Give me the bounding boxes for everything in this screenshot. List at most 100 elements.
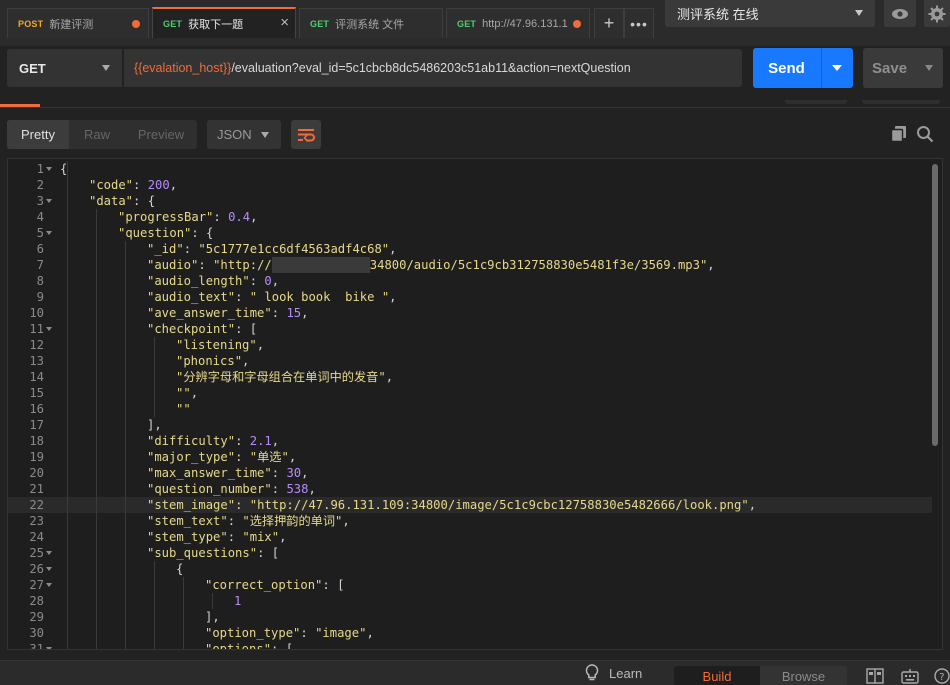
line-number: 3 [36, 194, 44, 208]
line-number: 27 [29, 578, 44, 592]
code-text: "difficulty": 2.1, [147, 434, 280, 448]
more-tabs-button[interactable]: ••• [624, 8, 654, 38]
code-line: 29], [8, 609, 932, 625]
line-number: 29 [29, 610, 44, 624]
browse-mode-button[interactable]: Browse [760, 666, 847, 685]
wrap-lines-icon [298, 128, 315, 141]
tab-get-next-question[interactable]: GET 获取下一题 × [152, 7, 296, 38]
fold-toggle-icon[interactable] [46, 567, 52, 571]
line-number: 13 [29, 354, 44, 368]
indent-guide [67, 161, 68, 649]
environment-settings-button[interactable] [924, 0, 950, 27]
code-line: 24 "stem_type": "mix", [8, 529, 932, 545]
fold-toggle-icon[interactable] [46, 231, 52, 235]
code-text: "question": { [118, 226, 214, 240]
code-text: ], [147, 418, 162, 432]
send-label: Send [768, 59, 805, 77]
line-number: 22 [29, 498, 44, 512]
code-line: 15 "", [8, 385, 932, 401]
request-url-row: GET {{evalation_host}}/evaluation?eval_i… [0, 46, 950, 102]
fold-toggle-icon[interactable] [46, 167, 52, 171]
code-text: "ave_answer_time": 15, [147, 306, 309, 320]
request-url-input[interactable]: {{evalation_host}}/evaluation?eval_id=5c… [124, 49, 742, 87]
response-body-viewer[interactable]: 1{2 "code": 200, 3 "data": {4 "progressBar":… [7, 158, 943, 650]
tab-method: GET [310, 18, 330, 29]
line-number: 24 [29, 530, 44, 544]
svg-text:?: ? [939, 672, 944, 683]
code-line: 18 "difficulty": 2.1, [8, 433, 932, 449]
url-variable: {{evalation_host}} [134, 61, 232, 75]
line-number: 8 [36, 274, 44, 288]
fold-toggle-icon[interactable] [46, 583, 52, 587]
close-icon[interactable]: × [280, 14, 289, 31]
view-tab-raw[interactable]: Raw [69, 120, 125, 149]
collapsed-panel-edge [862, 100, 940, 104]
copy-icon[interactable] [890, 125, 908, 143]
chevron-down-icon[interactable] [832, 65, 842, 71]
send-button[interactable]: Send [753, 48, 853, 88]
unsaved-dot-icon [132, 20, 140, 28]
wrap-lines-button[interactable] [291, 120, 321, 149]
http-method-select[interactable]: GET [7, 49, 122, 87]
code-line: 12 "listening", [8, 337, 932, 353]
environment-selector[interactable]: 测评系统 在线 [665, 0, 875, 27]
line-number: 14 [29, 370, 44, 384]
code-text: ], [205, 610, 220, 624]
gear-icon [928, 5, 946, 22]
code-line: 10 "ave_answer_time": 15, [8, 305, 932, 321]
code-line: 25 "sub_questions": [ [8, 545, 932, 561]
view-tab-preview[interactable]: Preview [125, 120, 197, 149]
code-line: 23 "stem_text": "选择押韵的单词", [8, 513, 932, 529]
code-text: "option_type": "image", [205, 626, 374, 640]
view-tab-pretty[interactable]: Pretty [7, 120, 69, 149]
response-format-value: JSON [217, 127, 252, 142]
scrollbar-thumb[interactable] [932, 164, 938, 446]
new-tab-button[interactable]: + [594, 8, 624, 38]
line-number: 23 [29, 514, 44, 528]
help-icon[interactable]: ? [932, 668, 950, 684]
fold-toggle-icon[interactable] [46, 199, 52, 203]
line-number: 15 [29, 386, 44, 400]
learn-button[interactable]: Learn [585, 664, 642, 682]
tab-new-evaluation[interactable]: POST 新建评测 [7, 8, 149, 38]
tab-http-url[interactable]: GET http://47.96.131.1 [446, 8, 590, 38]
code-line: 20 "max_answer_time": 30, [8, 465, 932, 481]
chevron-down-icon [855, 10, 863, 16]
response-format-select[interactable]: JSON [207, 120, 281, 149]
redacted-host [271, 257, 370, 273]
build-mode-button[interactable]: Build [674, 666, 760, 685]
line-number: 10 [29, 306, 44, 320]
code-text: "" [176, 402, 191, 416]
chevron-down-icon[interactable] [925, 65, 933, 71]
save-button[interactable]: Save [863, 48, 943, 88]
code-line: 7 "audio": "http://34800/audio/5c1c9cb312… [8, 257, 932, 273]
line-number: 9 [36, 290, 44, 304]
vertical-scrollbar[interactable] [932, 164, 938, 648]
code-line: 27 "correct_option": [ [8, 577, 932, 593]
line-number: 16 [29, 402, 44, 416]
fold-toggle-icon[interactable] [46, 327, 52, 331]
environment-quick-look-button[interactable] [884, 0, 916, 27]
line-number: 31 [29, 642, 44, 650]
line-number: 26 [29, 562, 44, 576]
mode-switch: Build Browse [674, 666, 847, 685]
search-icon[interactable] [916, 125, 934, 143]
fold-toggle-icon[interactable] [46, 647, 52, 649]
two-pane-view-icon[interactable] [866, 668, 884, 684]
code-line: 26 { [8, 561, 932, 577]
code-line: 4 "progressBar": 0.4, [8, 209, 932, 225]
code-text: "", [176, 386, 199, 400]
fold-toggle-icon[interactable] [46, 551, 52, 555]
line-number: 2 [36, 178, 44, 192]
learn-label: Learn [609, 665, 643, 681]
code-text: "stem_image": "http://47.96.131.109:3480… [147, 498, 757, 512]
code-line: 5 "question": { [8, 225, 932, 241]
keyboard-shortcuts-icon[interactable] [901, 668, 919, 684]
line-number: 5 [36, 226, 44, 240]
code-text: "stem_text": "选择押韵的单词", [147, 514, 350, 528]
code-line: 1{ [8, 161, 932, 177]
line-number: 21 [29, 482, 44, 496]
line-number: 20 [29, 466, 44, 480]
request-tab-bar: POST 新建评测 GET 获取下一题 × GET 评测系统 文件 GET ht… [0, 0, 950, 46]
tab-evaluation-files[interactable]: GET 评测系统 文件 [299, 8, 443, 38]
